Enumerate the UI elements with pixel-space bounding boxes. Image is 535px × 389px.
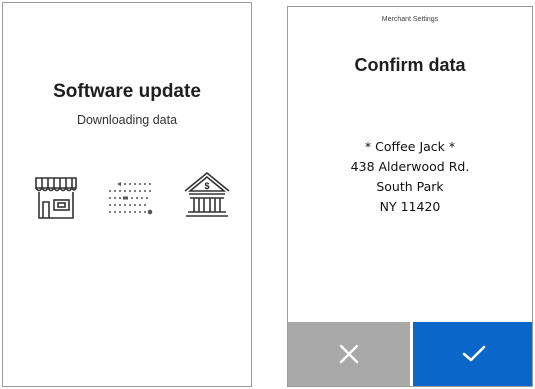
cancel-button[interactable]: [288, 322, 410, 386]
shop-icon: [35, 177, 77, 219]
merchant-name: * Coffee Jack *: [364, 139, 456, 154]
check-icon: [462, 345, 485, 362]
street-address: 438 Alderwood Rd.: [350, 159, 470, 174]
confirm-data-screen: Merchant Settings Confirm data * Coffee …: [287, 6, 533, 387]
bank-icon: $: [184, 171, 230, 217]
update-illustration: $: [3, 163, 251, 233]
city: South Park: [376, 179, 444, 194]
merchant-address: * Coffee Jack * 438 Alderwood Rd. South …: [288, 137, 532, 217]
screen-header: Merchant Settings: [381, 16, 439, 23]
close-icon: [339, 344, 359, 364]
confirm-button[interactable]: [413, 322, 532, 386]
screen-title: Software update: [53, 81, 201, 102]
screen-title: Confirm data: [354, 55, 466, 75]
status-text: Downloading data: [76, 113, 178, 127]
state-zip: NY 11420: [379, 199, 441, 214]
svg-text:$: $: [204, 181, 209, 191]
transfer-dots-icon: [109, 182, 153, 215]
software-update-screen: Software update Downloading data $: [2, 2, 252, 387]
